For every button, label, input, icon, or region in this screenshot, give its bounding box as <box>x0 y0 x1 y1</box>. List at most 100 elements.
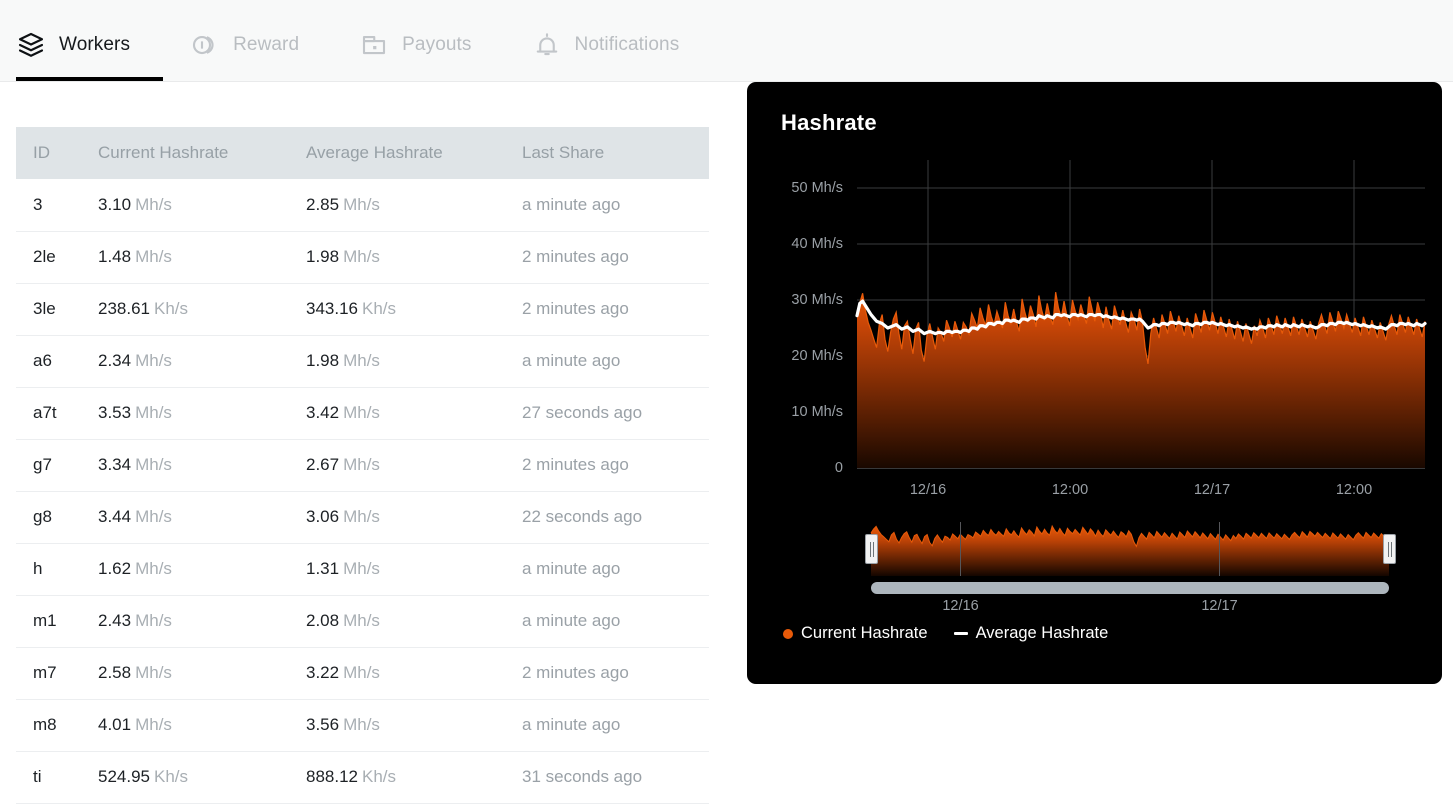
cell-last-share: a minute ago <box>522 335 709 387</box>
x-axis-tick-label: 12/17 <box>1194 482 1230 498</box>
tab-workers-label: Workers <box>59 34 130 56</box>
column-header-id[interactable]: ID <box>16 127 98 179</box>
average-value: 1.31 <box>306 559 339 578</box>
table-row[interactable]: 33.10Mh/s2.85Mh/sa minute ago <box>16 179 709 231</box>
cell-current-hashrate: 2.34Mh/s <box>98 335 306 387</box>
table-header: ID Current Hashrate Average Hashrate Las… <box>16 127 709 179</box>
navigator-handle-left[interactable] <box>865 534 878 564</box>
cell-average-hashrate: 2.08Mh/s <box>306 595 522 647</box>
cell-current-hashrate: 3.10Mh/s <box>98 179 306 231</box>
cell-current-hashrate: 2.58Mh/s <box>98 647 306 699</box>
x-axis-tick-label: 12:00 <box>1336 482 1372 498</box>
cell-last-share: a minute ago <box>522 699 709 751</box>
tab-reward[interactable]: Reward <box>190 0 323 81</box>
cell-last-share: a minute ago <box>522 179 709 231</box>
cell-average-hashrate: 2.67Mh/s <box>306 439 522 491</box>
current-unit: Mh/s <box>135 715 172 734</box>
legend-item-current[interactable]: Current Hashrate <box>783 624 928 643</box>
current-unit: Mh/s <box>135 351 172 370</box>
y-axis-labels: 010 Mh/s20 Mh/s30 Mh/s40 Mh/s50 Mh/s <box>747 82 843 684</box>
table-row[interactable]: g83.44Mh/s3.06Mh/s22 seconds ago <box>16 491 709 543</box>
tab-reward-label: Reward <box>233 34 299 56</box>
cell-last-share: 2 minutes ago <box>522 647 709 699</box>
table-row[interactable]: h1.62Mh/s1.31Mh/sa minute ago <box>16 543 709 595</box>
table-row[interactable]: 3le238.61Kh/s343.16Kh/s2 minutes ago <box>16 283 709 335</box>
cell-id: 3le <box>16 283 98 335</box>
y-axis-tick-label: 20 Mh/s <box>747 348 843 364</box>
bell-icon <box>532 30 562 60</box>
average-unit: Kh/s <box>362 767 396 786</box>
tab-workers[interactable]: Workers <box>16 0 154 81</box>
current-unit: Kh/s <box>154 767 188 786</box>
average-value: 3.42 <box>306 403 339 422</box>
average-value: 888.12 <box>306 767 358 786</box>
cell-average-hashrate: 343.16Kh/s <box>306 283 522 335</box>
tab-notifications[interactable]: Notifications <box>532 0 704 81</box>
cell-average-hashrate: 1.98Mh/s <box>306 231 522 283</box>
current-value: 238.61 <box>98 299 150 318</box>
current-value: 3.44 <box>98 507 131 526</box>
legend-label-average: Average Hashrate <box>976 624 1109 643</box>
average-unit: Mh/s <box>343 195 380 214</box>
table-row[interactable]: ti524.95Kh/s888.12Kh/s31 seconds ago <box>16 751 709 803</box>
cell-current-hashrate: 3.34Mh/s <box>98 439 306 491</box>
average-unit: Mh/s <box>343 351 380 370</box>
average-value: 1.98 <box>306 247 339 266</box>
cell-id: a7t <box>16 387 98 439</box>
current-value: 3.10 <box>98 195 131 214</box>
tab-payouts[interactable]: Payouts <box>359 0 495 81</box>
table-row[interactable]: 2le1.48Mh/s1.98Mh/s2 minutes ago <box>16 231 709 283</box>
hashrate-chart-panel: Hashrate 010 Mh/s20 Mh/s30 Mh/s40 Mh/s50… <box>747 82 1442 684</box>
cell-current-hashrate: 1.48Mh/s <box>98 231 306 283</box>
average-unit: Mh/s <box>343 715 380 734</box>
cell-id: m7 <box>16 647 98 699</box>
current-unit: Mh/s <box>135 247 172 266</box>
cell-current-hashrate: 238.61Kh/s <box>98 283 306 335</box>
y-axis-tick-label: 30 Mh/s <box>747 292 843 308</box>
x-axis-tick-label: 12/16 <box>910 482 946 498</box>
column-header-current[interactable]: Current Hashrate <box>98 127 306 179</box>
column-header-average[interactable]: Average Hashrate <box>306 127 522 179</box>
cell-id: g8 <box>16 491 98 543</box>
average-value: 1.98 <box>306 351 339 370</box>
legend-item-average[interactable]: Average Hashrate <box>954 624 1109 643</box>
workers-table: ID Current Hashrate Average Hashrate Las… <box>16 127 709 804</box>
y-axis-tick-label: 10 Mh/s <box>747 404 843 420</box>
cell-id: m1 <box>16 595 98 647</box>
table-row[interactable]: a62.34Mh/s1.98Mh/sa minute ago <box>16 335 709 387</box>
navigator-tick-label: 12/17 <box>1201 598 1237 614</box>
cell-id: a6 <box>16 335 98 387</box>
average-unit: Mh/s <box>343 247 380 266</box>
cell-id: m8 <box>16 699 98 751</box>
cell-current-hashrate: 524.95Kh/s <box>98 751 306 803</box>
legend-label-current: Current Hashrate <box>801 624 928 643</box>
table-row[interactable]: m72.58Mh/s3.22Mh/s2 minutes ago <box>16 647 709 699</box>
cell-id: ti <box>16 751 98 803</box>
cell-average-hashrate: 3.06Mh/s <box>306 491 522 543</box>
table-row[interactable]: g73.34Mh/s2.67Mh/s2 minutes ago <box>16 439 709 491</box>
y-axis-tick-label: 50 Mh/s <box>747 180 843 196</box>
cell-last-share: 2 minutes ago <box>522 231 709 283</box>
column-header-last-share[interactable]: Last Share <box>522 127 709 179</box>
current-unit: Mh/s <box>135 507 172 526</box>
table-row[interactable]: m12.43Mh/s2.08Mh/sa minute ago <box>16 595 709 647</box>
cell-current-hashrate: 3.53Mh/s <box>98 387 306 439</box>
navigator-handle-right[interactable] <box>1383 534 1396 564</box>
main-content: ID Current Hashrate Average Hashrate Las… <box>0 82 1453 804</box>
top-navigation: Workers Reward Payouts <box>0 0 1453 82</box>
cell-id: 3 <box>16 179 98 231</box>
average-value: 2.85 <box>306 195 339 214</box>
current-value: 2.43 <box>98 611 131 630</box>
cell-current-hashrate: 3.44Mh/s <box>98 491 306 543</box>
current-unit: Mh/s <box>135 195 172 214</box>
navigator-tick-label: 12/16 <box>942 598 978 614</box>
table-row[interactable]: m84.01Mh/s3.56Mh/sa minute ago <box>16 699 709 751</box>
average-unit: Mh/s <box>343 611 380 630</box>
current-unit: Mh/s <box>135 455 172 474</box>
legend-dot-icon <box>783 629 793 639</box>
cell-average-hashrate: 1.98Mh/s <box>306 335 522 387</box>
current-unit: Mh/s <box>135 403 172 422</box>
navigator-scrollbar[interactable] <box>871 582 1389 594</box>
table-row[interactable]: a7t3.53Mh/s3.42Mh/s27 seconds ago <box>16 387 709 439</box>
average-unit: Mh/s <box>343 559 380 578</box>
